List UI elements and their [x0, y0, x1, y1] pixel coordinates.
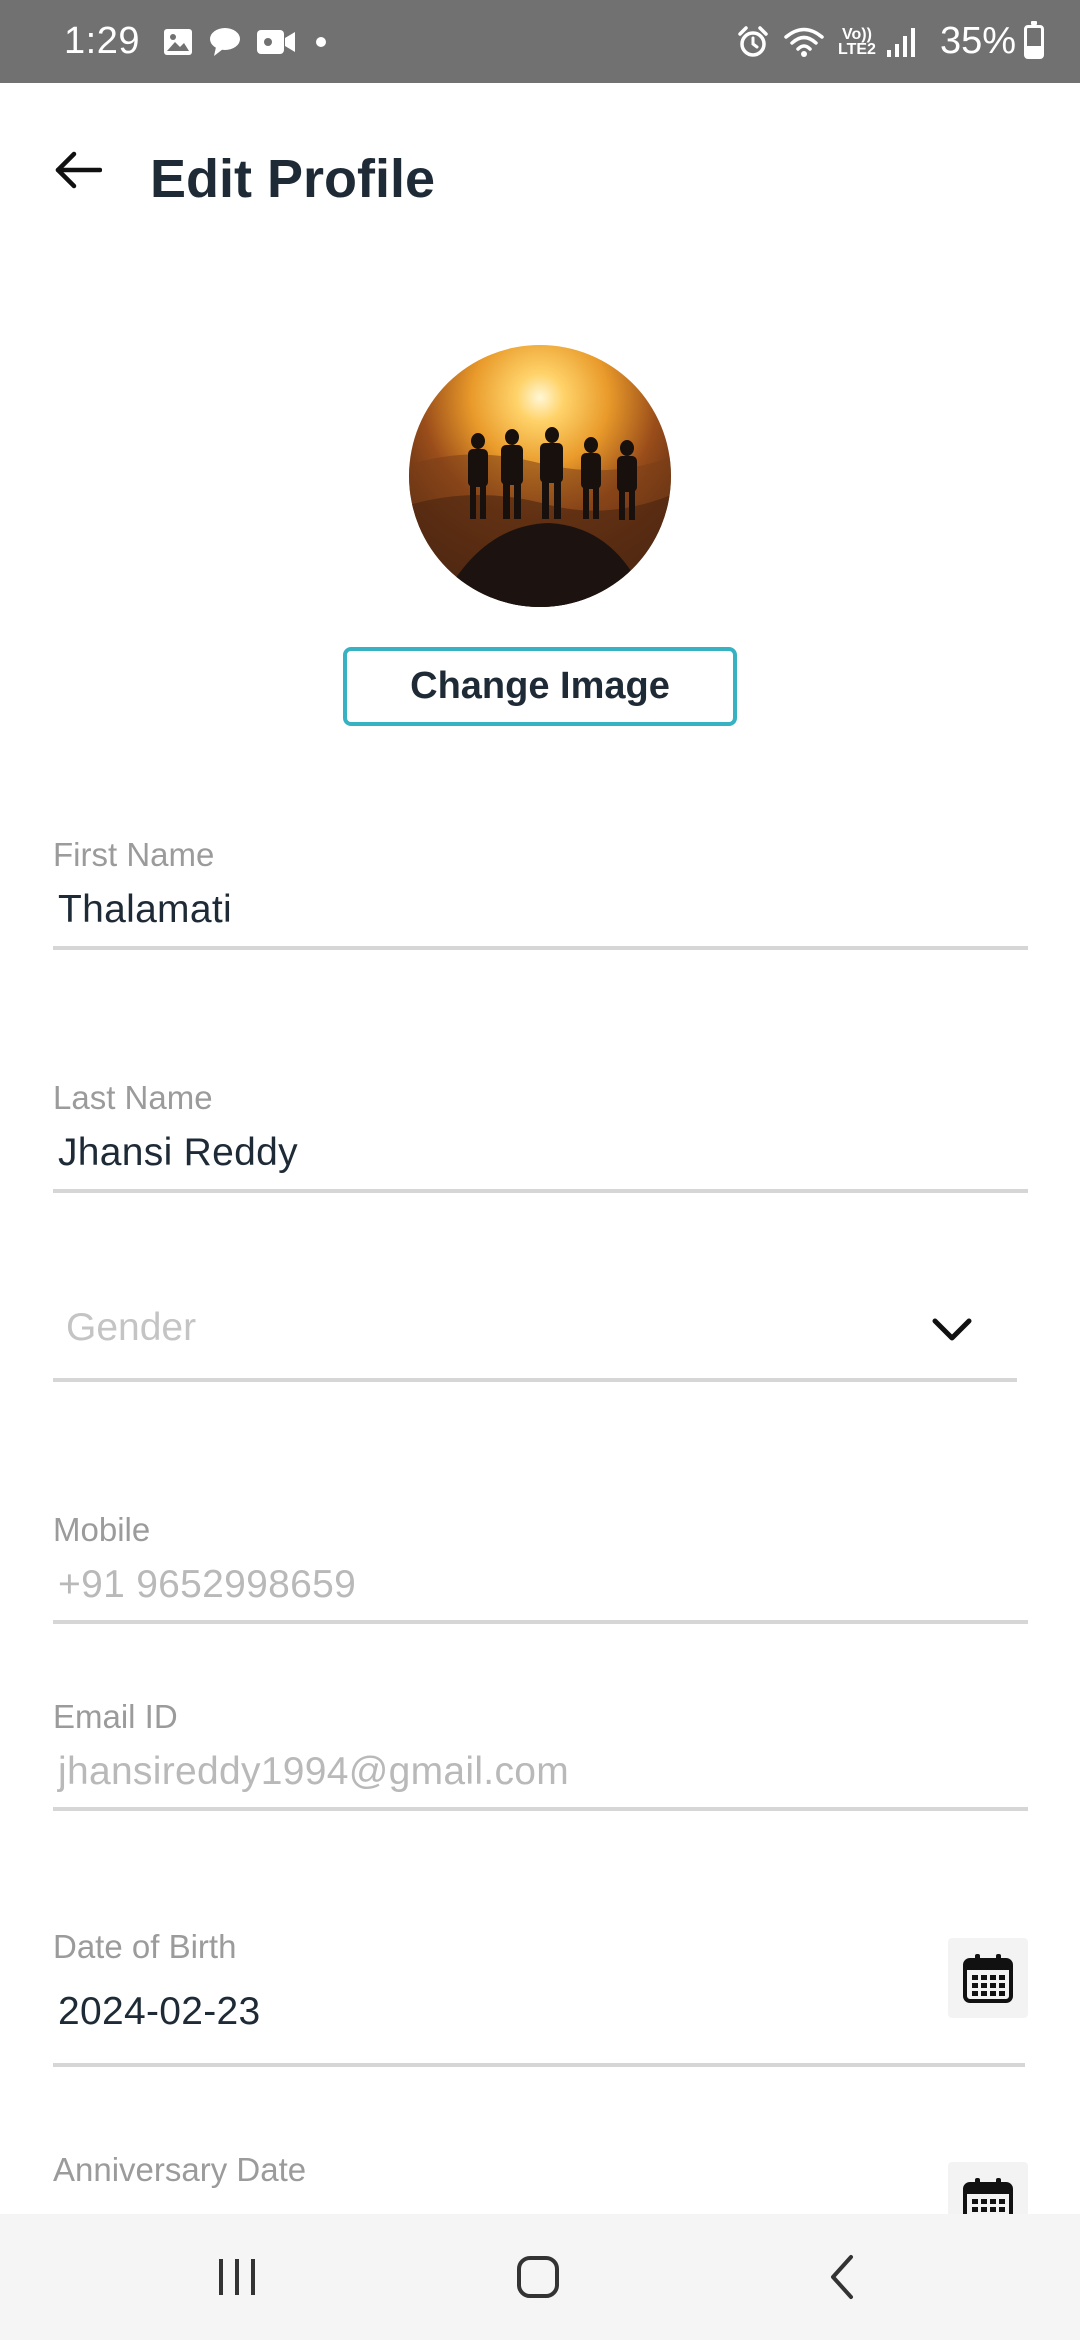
back-icon: [831, 2255, 853, 2299]
wifi-icon: [784, 26, 824, 58]
first-name-label: First Name: [53, 836, 215, 873]
chevron-down-icon: [932, 1318, 972, 1341]
status-left: 1:29: [64, 20, 326, 63]
back-button[interactable]: [48, 140, 108, 200]
mobile-input[interactable]: +91 9652998659: [58, 1563, 356, 1607]
chat-icon: [208, 26, 242, 58]
last-name-field[interactable]: Last Name Jhansi Reddy: [53, 1075, 1028, 1195]
alarm-icon: [736, 25, 770, 59]
arrow-left-icon: [55, 151, 102, 189]
battery-icon: [1024, 20, 1044, 59]
mobile-field[interactable]: Mobile +91 9652998659: [53, 1507, 1028, 1627]
last-name-underline: [53, 1189, 1028, 1193]
video-icon: [256, 27, 296, 57]
first-name-underline: [53, 946, 1028, 950]
home-icon: [517, 2256, 559, 2298]
email-underline: [53, 1807, 1028, 1811]
last-name-input[interactable]: Jhansi Reddy: [58, 1131, 298, 1175]
network-label-bottom: LTE2: [838, 40, 876, 58]
first-name-field[interactable]: First Name Thalamati: [53, 832, 1028, 952]
page-title: Edit Profile: [150, 149, 436, 209]
calendar-icon: [963, 1954, 1013, 2003]
battery-percent: 35%: [939, 20, 1016, 62]
last-name-label: Last Name: [53, 1079, 213, 1116]
gallery-icon: [162, 26, 194, 58]
email-label: Email ID: [53, 1698, 178, 1735]
home-button[interactable]: [458, 2214, 618, 2340]
dob-calendar-button[interactable]: [948, 1938, 1028, 2018]
network-type-label: Vo)) LTE2: [838, 26, 876, 58]
battery-fill: [1027, 45, 1041, 56]
dob-label: Date of Birth: [53, 1928, 237, 1965]
recent-apps-icon: [219, 2259, 255, 2295]
calendar-icon: [963, 2178, 1013, 2214]
gender-underline: [53, 1378, 1017, 1382]
notification-dot: [315, 36, 326, 47]
anniversary-field[interactable]: Anniversary Date: [53, 2151, 1028, 2214]
system-back-button[interactable]: [762, 2214, 922, 2340]
status-right: Vo)) LTE2 35%: [736, 20, 1044, 63]
dob-field[interactable]: Date of Birth 2024-02-23: [53, 1924, 1028, 2074]
gender-select[interactable]: Gender: [53, 1300, 1028, 1385]
first-name-input[interactable]: Thalamati: [58, 888, 232, 932]
status-time: 1:29: [64, 20, 140, 62]
dob-underline: [53, 2063, 1025, 2067]
dob-input[interactable]: 2024-02-23: [58, 1990, 261, 2034]
mobile-label: Mobile: [53, 1511, 151, 1548]
gender-placeholder: Gender: [66, 1306, 197, 1349]
change-image-button[interactable]: Change Image: [343, 647, 737, 726]
anniversary-calendar-button[interactable]: [948, 2162, 1028, 2214]
status-bar: 1:29 Vo)) LTE2 35%: [0, 0, 1080, 83]
profile-photo: [409, 345, 671, 607]
mobile-underline: [53, 1620, 1028, 1624]
signal-icon: [886, 26, 916, 58]
email-field[interactable]: Email ID jhansireddy1994@gmail.com: [53, 1694, 1028, 1814]
recent-apps-button[interactable]: [157, 2214, 317, 2340]
navigation-bar: [0, 2214, 1080, 2340]
email-input[interactable]: jhansireddy1994@gmail.com: [58, 1750, 569, 1794]
anniversary-label: Anniversary Date: [53, 2151, 307, 2188]
avatar: [409, 345, 671, 607]
